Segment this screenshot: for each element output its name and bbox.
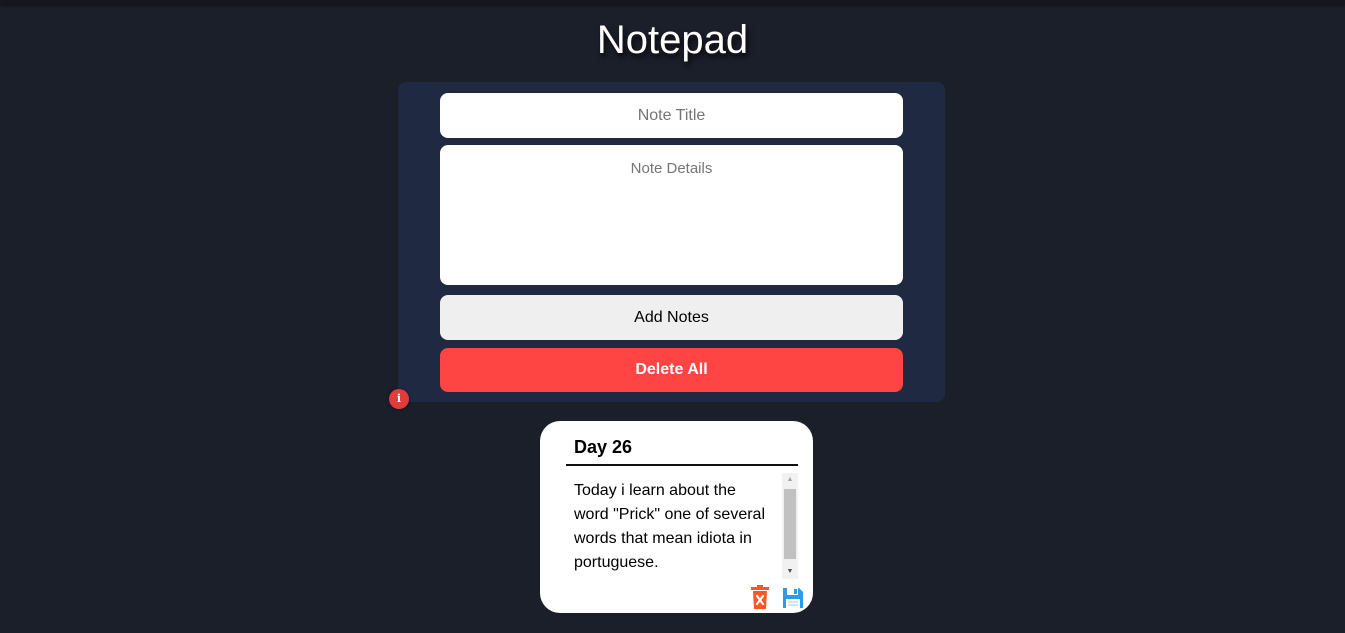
trash-icon[interactable] [751,585,769,609]
delete-all-button[interactable]: Delete All [440,348,903,392]
note-card-title: Day 26 [574,437,633,457]
info-icon[interactable]: i [389,389,409,409]
note-card-body[interactable]: Today i learn about the word "Prick" one… [566,473,798,579]
add-notes-button[interactable]: Add Notes [440,295,903,340]
note-details-input[interactable] [440,145,903,285]
scroll-thumb[interactable] [784,489,796,559]
info-glyph: i [396,392,402,405]
page-title: Notepad [596,18,749,62]
save-icon[interactable] [782,587,804,609]
scroll-down-arrow-icon[interactable]: ▼ [782,565,798,579]
note-title-input[interactable] [440,93,903,138]
scroll-up-arrow-icon[interactable]: ▲ [782,473,798,487]
note-card: Day 26 Today i learn about the word "Pri… [540,421,813,613]
note-card-divider [566,464,798,466]
top-bar [0,0,1345,4]
note-scrollbar[interactable]: ▲ ▼ [782,473,798,579]
note-card-text: Today i learn about the word "Prick" one… [574,482,765,571]
